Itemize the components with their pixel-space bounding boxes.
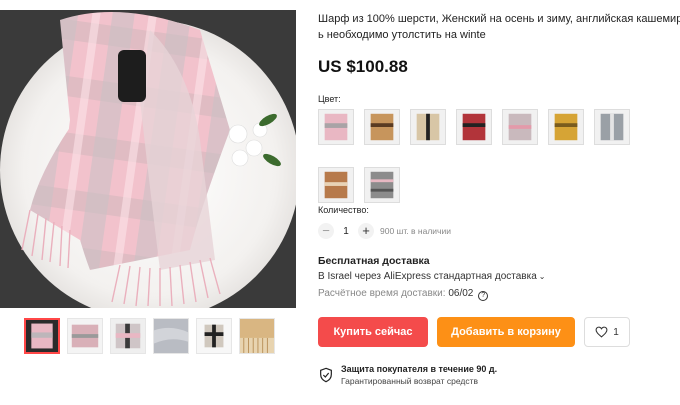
color-label: Цвет: bbox=[318, 94, 341, 104]
color-swatch[interactable] bbox=[548, 109, 584, 145]
wishlist-button[interactable]: 1 bbox=[584, 317, 630, 347]
quantity-stepper: − 1 + 900 шт. в наличии bbox=[318, 223, 451, 239]
thumbnail-image bbox=[197, 319, 231, 353]
protection-title: Защита покупателя в течение 90 д. bbox=[341, 364, 498, 374]
color-swatch[interactable] bbox=[318, 167, 354, 203]
scarf-photo bbox=[0, 10, 296, 308]
stock-count: 900 шт. в наличии bbox=[380, 226, 451, 236]
swatch-image bbox=[319, 110, 353, 144]
heart-icon bbox=[595, 326, 608, 338]
swatch-image bbox=[365, 168, 399, 202]
delivery-date: 06/02 bbox=[448, 288, 474, 299]
question-icon[interactable]: ? bbox=[478, 291, 489, 301]
product-info: Шарф из 100% шерсти, Женский на осень и … bbox=[318, 11, 680, 386]
protection-subtitle: Гарантированный возврат средств bbox=[341, 376, 478, 386]
swatch-image bbox=[457, 110, 491, 144]
shipping-method-label: В Israel через AliExpress стандартная до… bbox=[318, 271, 537, 282]
color-swatch[interactable] bbox=[594, 109, 630, 145]
thumbnail-image bbox=[240, 319, 274, 353]
buy-now-button[interactable]: Купить сейчас bbox=[318, 317, 428, 347]
thumbnail[interactable] bbox=[110, 318, 146, 354]
thumbnail-image bbox=[154, 319, 188, 353]
swatch-image bbox=[595, 110, 629, 144]
add-to-cart-button[interactable]: Добавить в корзину bbox=[437, 317, 575, 347]
chevron-down-icon: ⌄ bbox=[538, 272, 546, 281]
color-swatch[interactable] bbox=[456, 109, 492, 145]
product-title-line: Шарф из 100% шерсти, Женский на осень и … bbox=[318, 13, 680, 25]
product-title-line: ь необходимо утолстить на winte bbox=[318, 29, 486, 41]
color-swatch[interactable] bbox=[318, 109, 354, 145]
quantity-value[interactable]: 1 bbox=[334, 226, 358, 237]
swatch-image bbox=[365, 110, 399, 144]
thumbnail[interactable] bbox=[239, 318, 275, 354]
color-swatch[interactable] bbox=[502, 109, 538, 145]
shipping-method-selector[interactable]: В Israel через AliExpress стандартная до… bbox=[318, 271, 545, 282]
swatch-image bbox=[549, 110, 583, 144]
swatch-image bbox=[411, 110, 445, 144]
thumbnail[interactable] bbox=[196, 318, 232, 354]
wishlist-count: 1 bbox=[613, 326, 619, 338]
delivery-estimate: Расчётное время доставки: 06/02 ? bbox=[318, 288, 489, 301]
thumbnail-image bbox=[111, 319, 145, 353]
color-swatch[interactable] bbox=[364, 167, 400, 203]
quantity-increase-button[interactable]: + bbox=[358, 223, 374, 239]
thumbnail[interactable] bbox=[24, 318, 60, 354]
delivery-estimate-label: Расчётное время доставки: bbox=[318, 288, 446, 299]
swatch-image bbox=[503, 110, 537, 144]
quantity-decrease-button[interactable]: − bbox=[318, 223, 334, 239]
thumbnail[interactable] bbox=[67, 318, 103, 354]
thumbnail-strip bbox=[24, 318, 275, 354]
color-swatch[interactable] bbox=[410, 109, 446, 145]
thumbnail-image bbox=[26, 320, 58, 352]
action-buttons: Купить сейчас Добавить в корзину 1 bbox=[318, 317, 630, 347]
thumbnail-image bbox=[68, 319, 102, 353]
quantity-label: Количество: bbox=[318, 205, 369, 215]
color-swatch[interactable] bbox=[364, 109, 400, 145]
swatch-image bbox=[319, 168, 353, 202]
shield-check-icon bbox=[320, 367, 332, 383]
product-title: Шарф из 100% шерсти, Женский на осень и … bbox=[318, 11, 680, 43]
thumbnail[interactable] bbox=[153, 318, 189, 354]
shipping-heading: Бесплатная доставка bbox=[318, 255, 430, 267]
product-price: US $100.88 bbox=[318, 57, 408, 76]
main-product-image[interactable] bbox=[0, 10, 296, 308]
buyer-protection: Защита покупателя в течение 90 д. Гарант… bbox=[318, 363, 497, 387]
